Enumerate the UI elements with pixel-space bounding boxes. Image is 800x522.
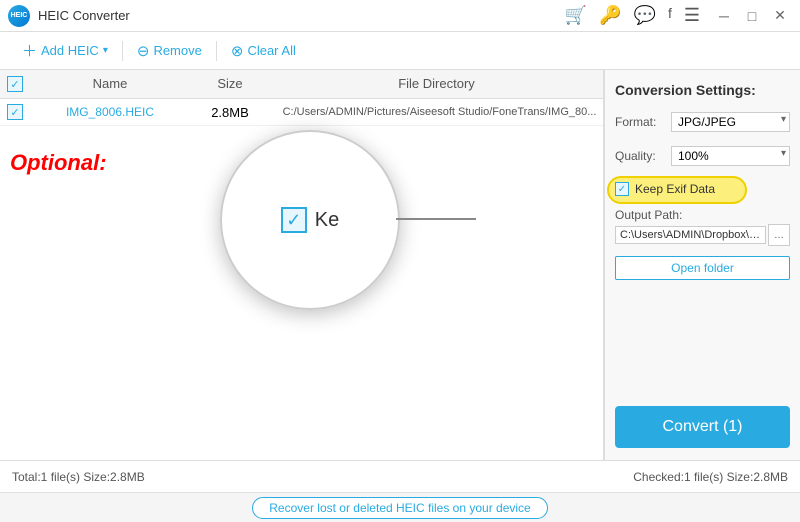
convert-button[interactable]: Convert (1) [615, 406, 790, 448]
toolbar-divider-1 [122, 41, 123, 61]
header-check[interactable]: ✓ [0, 76, 30, 92]
header-size: Size [190, 76, 270, 92]
window-controls: ─ □ ✕ [712, 4, 792, 28]
select-all-checkbox[interactable]: ✓ [7, 76, 23, 92]
maximize-button[interactable]: □ [740, 4, 764, 28]
facebook-icon[interactable]: f [668, 5, 672, 26]
output-path-row: C:\Users\ADMIN\Dropbox\PC … [615, 224, 790, 246]
app-logo: HEIC [8, 5, 30, 27]
table-header: ✓ Name Size File Directory [0, 70, 603, 99]
row-checkbox[interactable]: ✓ [7, 104, 23, 120]
open-folder-button[interactable]: Open folder [615, 256, 790, 280]
app-title: HEIC Converter [38, 8, 565, 23]
add-icon: ＋ [22, 40, 37, 61]
quality-select-wrapper[interactable]: 100% 90% 80% 70% [671, 146, 790, 166]
file-list-area: ✓ Name Size File Directory ✓ IMG_8006.HE… [0, 70, 604, 460]
clear-all-button[interactable]: ⊗ Clear All [221, 38, 306, 64]
add-heic-button[interactable]: ＋ Add HEIC ▾ [12, 36, 118, 65]
title-bar-actions: 🛒 🔑 💬 f ☰ [565, 5, 700, 26]
quality-select[interactable]: 100% 90% 80% 70% [671, 146, 790, 166]
conversion-settings-panel: Conversion Settings: Format: JPG/JPEG PN… [604, 70, 800, 460]
spacer [615, 290, 790, 396]
status-bar: Total:1 file(s) Size:2.8MB Checked:1 fil… [0, 460, 800, 492]
keep-exif-label: Keep Exif Data [635, 182, 715, 196]
title-bar: HEIC HEIC Converter 🛒 🔑 💬 f ☰ ─ □ ✕ [0, 0, 800, 32]
toolbar-divider-2 [216, 41, 217, 61]
recovery-link-button[interactable]: Recover lost or deleted HEIC files on yo… [252, 497, 547, 519]
chat-icon[interactable]: 💬 [634, 5, 656, 26]
cart-icon[interactable]: 🛒 [565, 5, 587, 26]
checked-status: Checked:1 file(s) Size:2.8MB [633, 470, 788, 484]
main-content: ✓ Name Size File Directory ✓ IMG_8006.HE… [0, 70, 800, 460]
minus-icon: ⊖ [137, 42, 150, 60]
row-check[interactable]: ✓ [0, 104, 30, 120]
format-select-wrapper[interactable]: JPG/JPEG PNG GIF BMP [671, 112, 790, 132]
output-path-label: Output Path: [615, 208, 790, 222]
toolbar: ＋ Add HEIC ▾ ⊖ Remove ⊗ Clear All [0, 32, 800, 70]
connector-line [396, 218, 476, 220]
browse-button[interactable]: … [768, 224, 790, 246]
remove-button[interactable]: ⊖ Remove [127, 38, 212, 64]
header-name: Name [30, 76, 190, 92]
dropdown-arrow: ▾ [103, 45, 108, 56]
quality-row: Quality: 100% 90% 80% 70% [615, 146, 790, 166]
zoom-content: ✓ Ke [281, 207, 339, 233]
header-directory: File Directory [270, 76, 603, 92]
panel-title: Conversion Settings: [615, 82, 790, 98]
optional-label: Optional: [10, 150, 107, 176]
output-path-section: Output Path: C:\Users\ADMIN\Dropbox\PC … [615, 208, 790, 246]
format-select[interactable]: JPG/JPEG PNG GIF BMP [671, 112, 790, 132]
table-row[interactable]: ✓ IMG_8006.HEIC 2.8MB C:/Users/ADMIN/Pic… [0, 99, 603, 126]
output-path-value[interactable]: C:\Users\ADMIN\Dropbox\PC [615, 226, 766, 244]
format-row: Format: JPG/JPEG PNG GIF BMP [615, 112, 790, 132]
file-size: 2.8MB [190, 105, 270, 120]
quality-label: Quality: [615, 149, 665, 163]
file-directory: C:/Users/ADMIN/Pictures/Aiseesoft Studio… [270, 106, 603, 118]
total-status: Total:1 file(s) Size:2.8MB [12, 470, 145, 484]
zoom-text: Ke [315, 209, 339, 232]
zoom-overlay: ✓ Ke [220, 130, 400, 310]
keep-exif-row[interactable]: ✓ Keep Exif Data [615, 180, 790, 198]
format-label: Format: [615, 115, 665, 129]
zoom-checkbox[interactable]: ✓ [281, 207, 307, 233]
exif-checkbox[interactable]: ✓ [615, 182, 629, 196]
minimize-button[interactable]: ─ [712, 4, 736, 28]
clear-icon: ⊗ [231, 42, 244, 60]
close-button[interactable]: ✕ [768, 4, 792, 28]
key-icon[interactable]: 🔑 [599, 5, 621, 26]
file-name: IMG_8006.HEIC [30, 105, 190, 119]
menu-icon[interactable]: ☰ [684, 5, 700, 26]
recovery-bar: Recover lost or deleted HEIC files on yo… [0, 492, 800, 522]
